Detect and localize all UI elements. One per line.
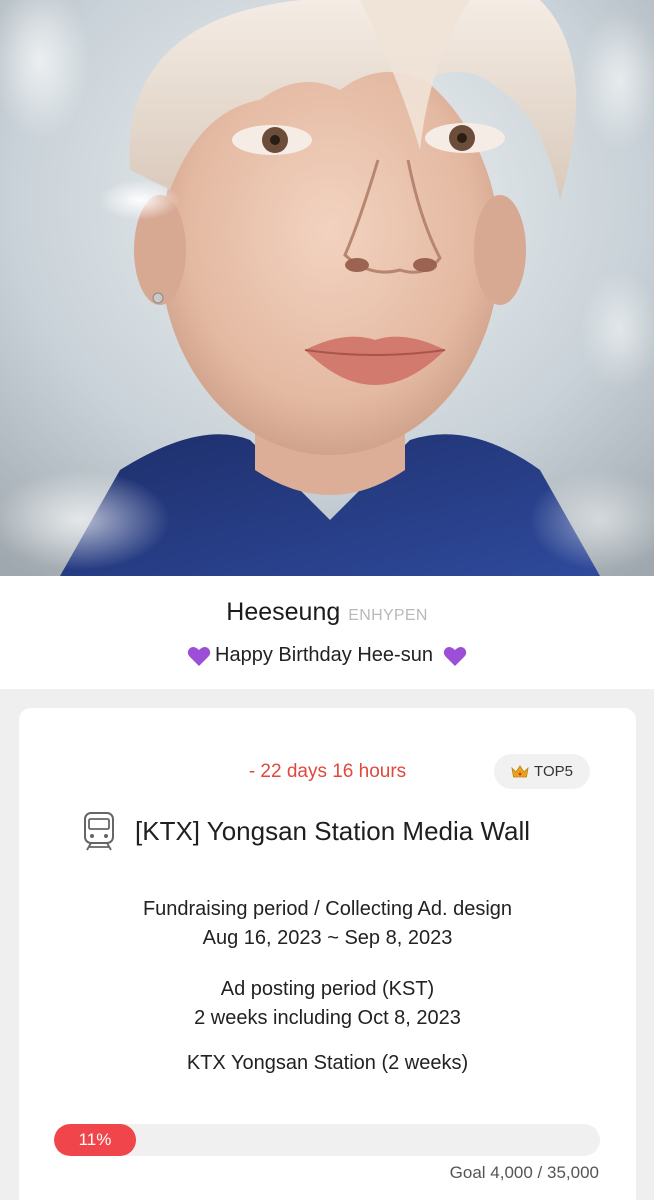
rank-badge: TOP5 bbox=[494, 754, 590, 789]
posting-dates: 2 weeks including Oct 8, 2023 bbox=[194, 1007, 461, 1029]
progress-percent-label: 11% bbox=[78, 1130, 112, 1149]
purple-heart-icon bbox=[187, 646, 211, 666]
purple-heart-icon bbox=[443, 646, 467, 666]
artist-header: Heeseung ENHYPEN Happy Birthday Hee-sun bbox=[0, 576, 654, 689]
fundraising-period: Fundraising period / Collecting Ad. desi… bbox=[19, 895, 636, 953]
goal-text: Goal 4,000 / 35,000 bbox=[449, 1163, 599, 1182]
artist-name[interactable]: Heeseung bbox=[226, 598, 340, 627]
funding-progress-bar: 11% bbox=[54, 1124, 600, 1156]
artist-group: ENHYPEN bbox=[348, 607, 428, 624]
ad-title[interactable]: [KTX] Yongsan Station Media Wall bbox=[135, 816, 530, 847]
crown-icon bbox=[511, 764, 529, 777]
posting-label: Ad posting period (KST) bbox=[220, 978, 435, 1000]
ad-title-row: [KTX] Yongsan Station Media Wall bbox=[83, 811, 530, 851]
posting-period: Ad posting period (KST) 2 weeks includin… bbox=[19, 975, 636, 1033]
ad-location: KTX Yongsan Station (2 weeks) bbox=[186, 1052, 469, 1074]
rank-badge-label: TOP5 bbox=[534, 763, 573, 780]
fundraising-label: Fundraising period / Collecting Ad. desi… bbox=[142, 898, 513, 920]
birthday-message: Happy Birthday Hee-sun bbox=[0, 644, 654, 667]
fundraising-dates: Aug 16, 2023 ~ Sep 8, 2023 bbox=[202, 927, 453, 949]
page: Heeseung ENHYPEN Happy Birthday Hee-sun … bbox=[0, 0, 654, 1200]
campaign-card[interactable]: - 22 days 16 hours TOP5 [KTX] Yongsan St… bbox=[19, 708, 636, 1200]
funding-progress-fill: 11% bbox=[54, 1124, 136, 1156]
artist-line: Heeseung ENHYPEN bbox=[0, 598, 654, 627]
train-icon bbox=[84, 812, 114, 851]
birthday-message-text: Happy Birthday Hee-sun bbox=[215, 644, 433, 666]
hero-photo bbox=[0, 0, 654, 576]
